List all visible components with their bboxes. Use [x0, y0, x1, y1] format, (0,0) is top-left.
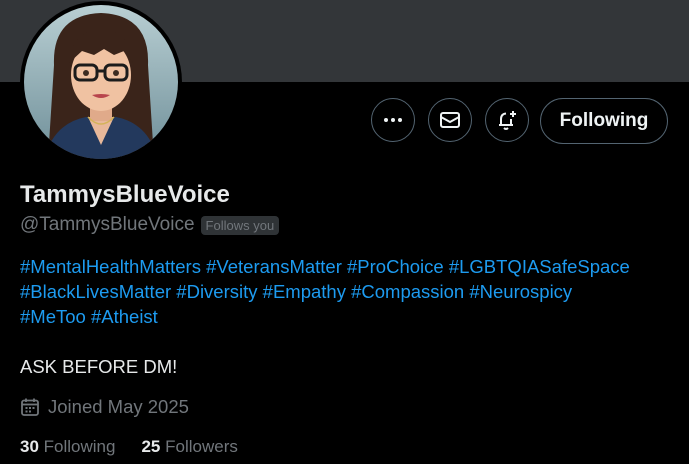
hashtag-link[interactable]: #Neurospicy	[469, 281, 572, 302]
more-button[interactable]	[371, 98, 415, 142]
more-icon	[384, 118, 402, 122]
hashtag-link[interactable]: #Atheist	[91, 306, 158, 327]
followers-count: 25	[141, 437, 161, 456]
bio-note: ASK BEFORE DM!	[20, 356, 178, 377]
bio-line-2: #BlackLivesMatter #Diversity #Empathy #C…	[20, 279, 680, 304]
hashtag-link[interactable]: #MeToo	[20, 306, 86, 327]
hashtag-link[interactable]: #LGBTQIASafeSpace	[449, 256, 630, 277]
joined-row: Joined May 2025	[20, 396, 189, 418]
avatar[interactable]	[24, 5, 178, 159]
bio: #MentalHealthMatters #VeteransMatter #Pr…	[20, 254, 680, 329]
calendar-icon	[21, 398, 39, 416]
joined-date: Joined May 2025	[48, 396, 189, 417]
message-button[interactable]	[428, 98, 472, 142]
following-count-link[interactable]: 30 Following	[20, 437, 115, 457]
display-name: TammysBlueVoice	[20, 181, 230, 208]
hashtag-link[interactable]: #ProChoice	[347, 256, 444, 277]
follows-you-badge: Follows you	[200, 215, 280, 235]
hashtag-link[interactable]: #Empathy	[263, 281, 346, 302]
following-label: Following	[43, 437, 116, 456]
followers-count-link[interactable]: 25 Followers	[141, 437, 237, 457]
hashtag-link[interactable]: #Compassion	[351, 281, 464, 302]
hashtag-link[interactable]: #Diversity	[176, 281, 257, 302]
following-button[interactable]: Following	[540, 98, 668, 144]
notifications-button[interactable]	[485, 98, 529, 142]
following-count: 30	[20, 437, 39, 456]
handle-row: @TammysBlueVoice Follows you	[20, 214, 280, 236]
bio-line-3: #MeToo #Atheist	[20, 304, 680, 329]
followers-label: Followers	[165, 437, 238, 456]
hashtag-link[interactable]: #MentalHealthMatters	[20, 256, 201, 277]
follow-stats: 30 Following 25 Followers	[20, 437, 264, 457]
envelope-icon	[440, 112, 460, 128]
avatar-container[interactable]	[20, 1, 182, 163]
hashtag-link[interactable]: #BlackLivesMatter	[20, 281, 171, 302]
handle: @TammysBlueVoice	[20, 214, 195, 235]
bio-line-1: #MentalHealthMatters #VeteransMatter #Pr…	[20, 254, 680, 279]
hashtag-link[interactable]: #VeteransMatter	[206, 256, 342, 277]
bell-plus-icon	[499, 111, 516, 130]
